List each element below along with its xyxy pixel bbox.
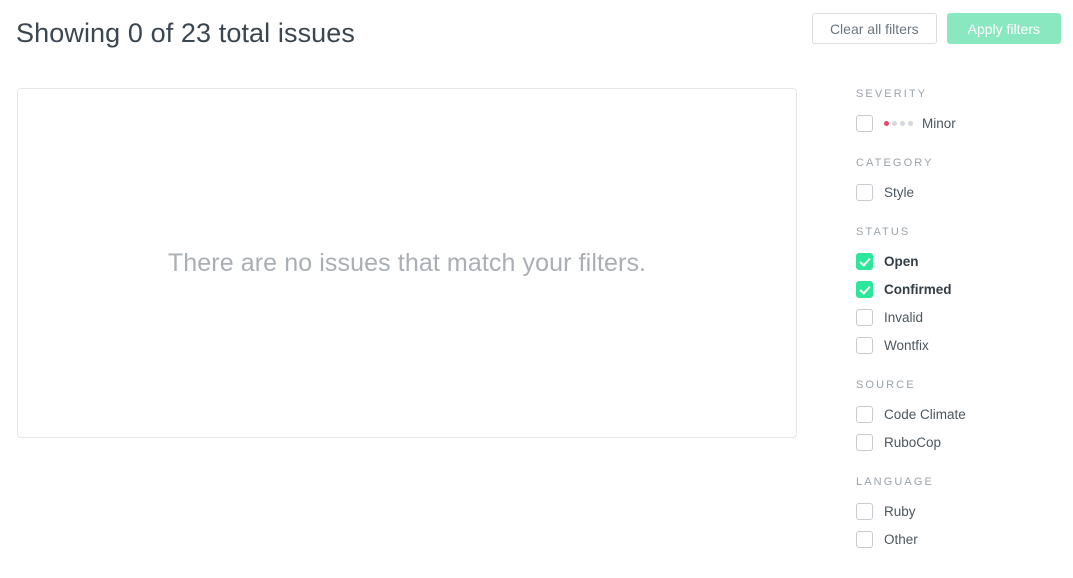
filter-group-title: Language: [856, 476, 934, 488]
filter-option-wontfix[interactable]: Wontfix: [856, 331, 1066, 359]
filter-option-confirmed[interactable]: Confirmed: [856, 275, 1066, 303]
issues-filter-page: Showing 0 of 23 total issues Clear all f…: [0, 0, 1073, 578]
severity-dot: [892, 120, 897, 126]
filter-group-title: Severity: [856, 88, 928, 100]
filter-option-label: Wontfix: [884, 337, 929, 353]
checkbox-unchecked-icon[interactable]: [856, 502, 873, 520]
filter-group-severity: Severity Minor: [856, 88, 1066, 137]
filter-option-label: Style: [884, 184, 915, 200]
filter-option-other[interactable]: Other: [856, 525, 1066, 553]
filter-option-label: Minor: [922, 115, 956, 131]
filter-group-category: Category Style: [856, 157, 1066, 206]
filter-option-code-climate[interactable]: Code Climate: [856, 400, 1066, 428]
filter-group-source: Source Code Climate RuboCop: [856, 379, 1066, 456]
checkbox-unchecked-icon[interactable]: [856, 530, 873, 548]
page-title: Showing 0 of 23 total issues: [16, 18, 356, 48]
empty-state-message: There are no issues that match your filt…: [167, 248, 647, 277]
severity-dot: [884, 120, 889, 126]
checkbox-unchecked-icon[interactable]: [856, 433, 873, 451]
filter-option-label: Code Climate: [884, 406, 966, 422]
filter-group-language: Language Ruby Other: [856, 476, 1066, 553]
filter-group-title: Status: [856, 226, 911, 238]
checkbox-unchecked-icon[interactable]: [856, 405, 873, 423]
page-header: Showing 0 of 23 total issues Clear all f…: [0, 0, 1073, 62]
filter-group-title: Source: [856, 379, 916, 391]
filter-option-label: Open: [884, 253, 919, 269]
filter-option-label: Confirmed: [884, 281, 952, 297]
checkbox-unchecked-icon[interactable]: [856, 183, 873, 201]
filter-option-label: Other: [884, 531, 918, 547]
filter-option-rubocop[interactable]: RuboCop: [856, 428, 1066, 456]
severity-dots-icon: [884, 120, 913, 126]
apply-filters-button[interactable]: Apply filters: [946, 13, 1061, 44]
filter-group-status: Status Open Confirmed Invalid Wontfix: [856, 226, 1066, 359]
clear-all-filters-button[interactable]: Clear all filters: [811, 13, 937, 44]
checkbox-unchecked-icon[interactable]: [856, 308, 873, 326]
checkbox-unchecked-icon[interactable]: [856, 336, 873, 354]
filter-option-label: Invalid: [884, 309, 924, 325]
filter-option-label: RuboCop: [884, 434, 942, 450]
filter-option-open[interactable]: Open: [856, 247, 1066, 275]
checkbox-unchecked-icon[interactable]: [856, 114, 873, 132]
filter-group-title: Category: [856, 157, 934, 169]
checkbox-checked-icon[interactable]: [856, 252, 873, 270]
filters-sidebar: Severity Minor Category Style Status Open Conf…: [856, 88, 1066, 553]
severity-dot: [900, 120, 905, 126]
filter-option-label: Ruby: [884, 503, 916, 519]
severity-dot: [908, 120, 913, 126]
filter-option-style[interactable]: Style: [856, 178, 1066, 206]
filter-option-invalid[interactable]: Invalid: [856, 303, 1066, 331]
filter-option-minor[interactable]: Minor: [856, 109, 1066, 137]
filter-option-ruby[interactable]: Ruby: [856, 497, 1066, 525]
header-actions: Clear all filters Apply filters: [811, 13, 1061, 44]
issues-list-panel: There are no issues that match your filt…: [17, 88, 797, 438]
checkbox-checked-icon[interactable]: [856, 280, 873, 298]
